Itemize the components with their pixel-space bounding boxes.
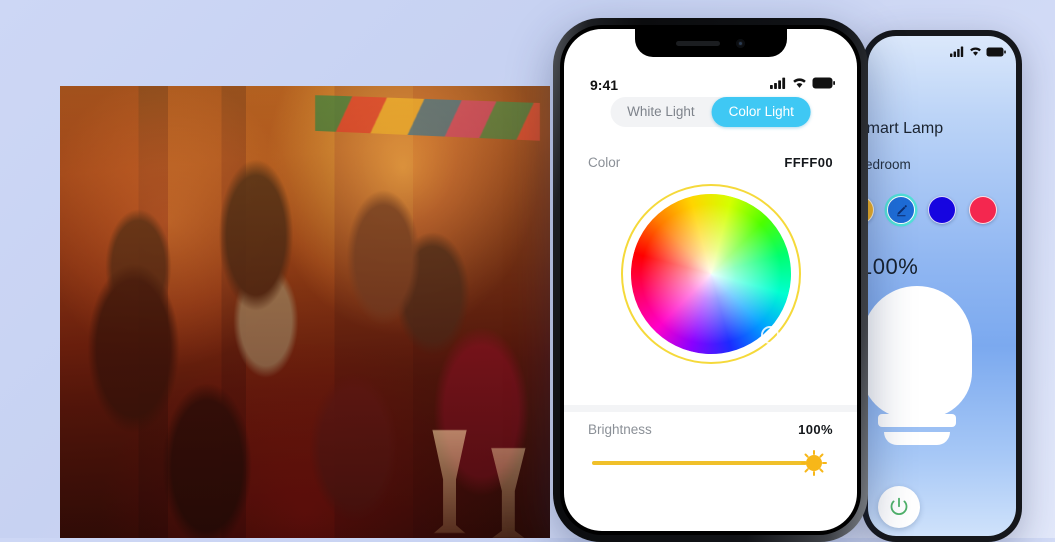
front-status-bar xyxy=(770,77,835,89)
battery-icon xyxy=(812,77,835,89)
battery-icon xyxy=(986,47,1006,56)
brightness-label: Brightness xyxy=(588,422,652,437)
swatch-crimson[interactable] xyxy=(969,196,997,224)
cellular-signal-icon xyxy=(950,46,964,57)
brightness-slider[interactable] xyxy=(592,450,829,476)
party-celebration-photo xyxy=(60,86,550,538)
back-phone-brightness-value: 100% xyxy=(868,254,919,279)
pencil-icon xyxy=(896,204,907,216)
back-phone-swatch-list xyxy=(868,196,997,224)
earpiece-speaker-icon xyxy=(676,40,720,46)
section-divider xyxy=(564,405,857,412)
front-phone: 9:41 White Light Color Light Color FFFF0… xyxy=(553,18,868,542)
cellular-signal-icon xyxy=(770,77,786,89)
brightness-row: Brightness 100% xyxy=(564,422,857,437)
wifi-icon xyxy=(793,78,806,88)
sun-icon[interactable] xyxy=(801,450,827,476)
color-wheel[interactable] xyxy=(612,176,809,372)
swatch-custom[interactable] xyxy=(887,196,915,224)
brightness-value: 100% xyxy=(798,422,833,437)
brightness-slider-track[interactable] xyxy=(592,461,807,465)
light-mode-segmented-control[interactable]: White Light Color Light xyxy=(610,97,811,127)
back-phone-room: Bedroom xyxy=(868,157,911,172)
front-phone-bezel: 9:41 White Light Color Light Color FFFF0… xyxy=(560,25,861,535)
power-icon xyxy=(890,497,908,515)
swatch-blue[interactable] xyxy=(928,196,956,224)
wifi-icon xyxy=(970,47,981,56)
color-row: Color FFFF00 xyxy=(564,155,857,170)
front-camera-icon xyxy=(736,38,745,48)
back-status-bar xyxy=(950,46,1006,57)
color-wheel-handle[interactable] xyxy=(760,326,779,344)
scene-root: Smart Lamp Bedroom 100% xyxy=(0,0,1055,542)
back-phone-title: Smart Lamp xyxy=(868,120,944,137)
back-phone-screen: Smart Lamp Bedroom 100% xyxy=(868,36,1016,536)
front-phone-screen: 9:41 White Light Color Light Color FFFF0… xyxy=(564,29,857,531)
status-bar-time: 9:41 xyxy=(590,77,619,93)
color-hex-value: FFFF00 xyxy=(784,155,833,170)
phone-notch xyxy=(634,29,787,57)
tab-white-light[interactable]: White Light xyxy=(610,97,712,127)
tab-color-light[interactable]: Color Light xyxy=(711,97,811,127)
swatch-amber[interactable] xyxy=(868,196,874,224)
color-label: Color xyxy=(588,155,621,170)
back-phone: Smart Lamp Bedroom 100% xyxy=(862,30,1022,542)
light-bulb-icon xyxy=(868,286,982,466)
photo-warm-overlay xyxy=(60,86,550,538)
power-button[interactable] xyxy=(878,486,920,528)
